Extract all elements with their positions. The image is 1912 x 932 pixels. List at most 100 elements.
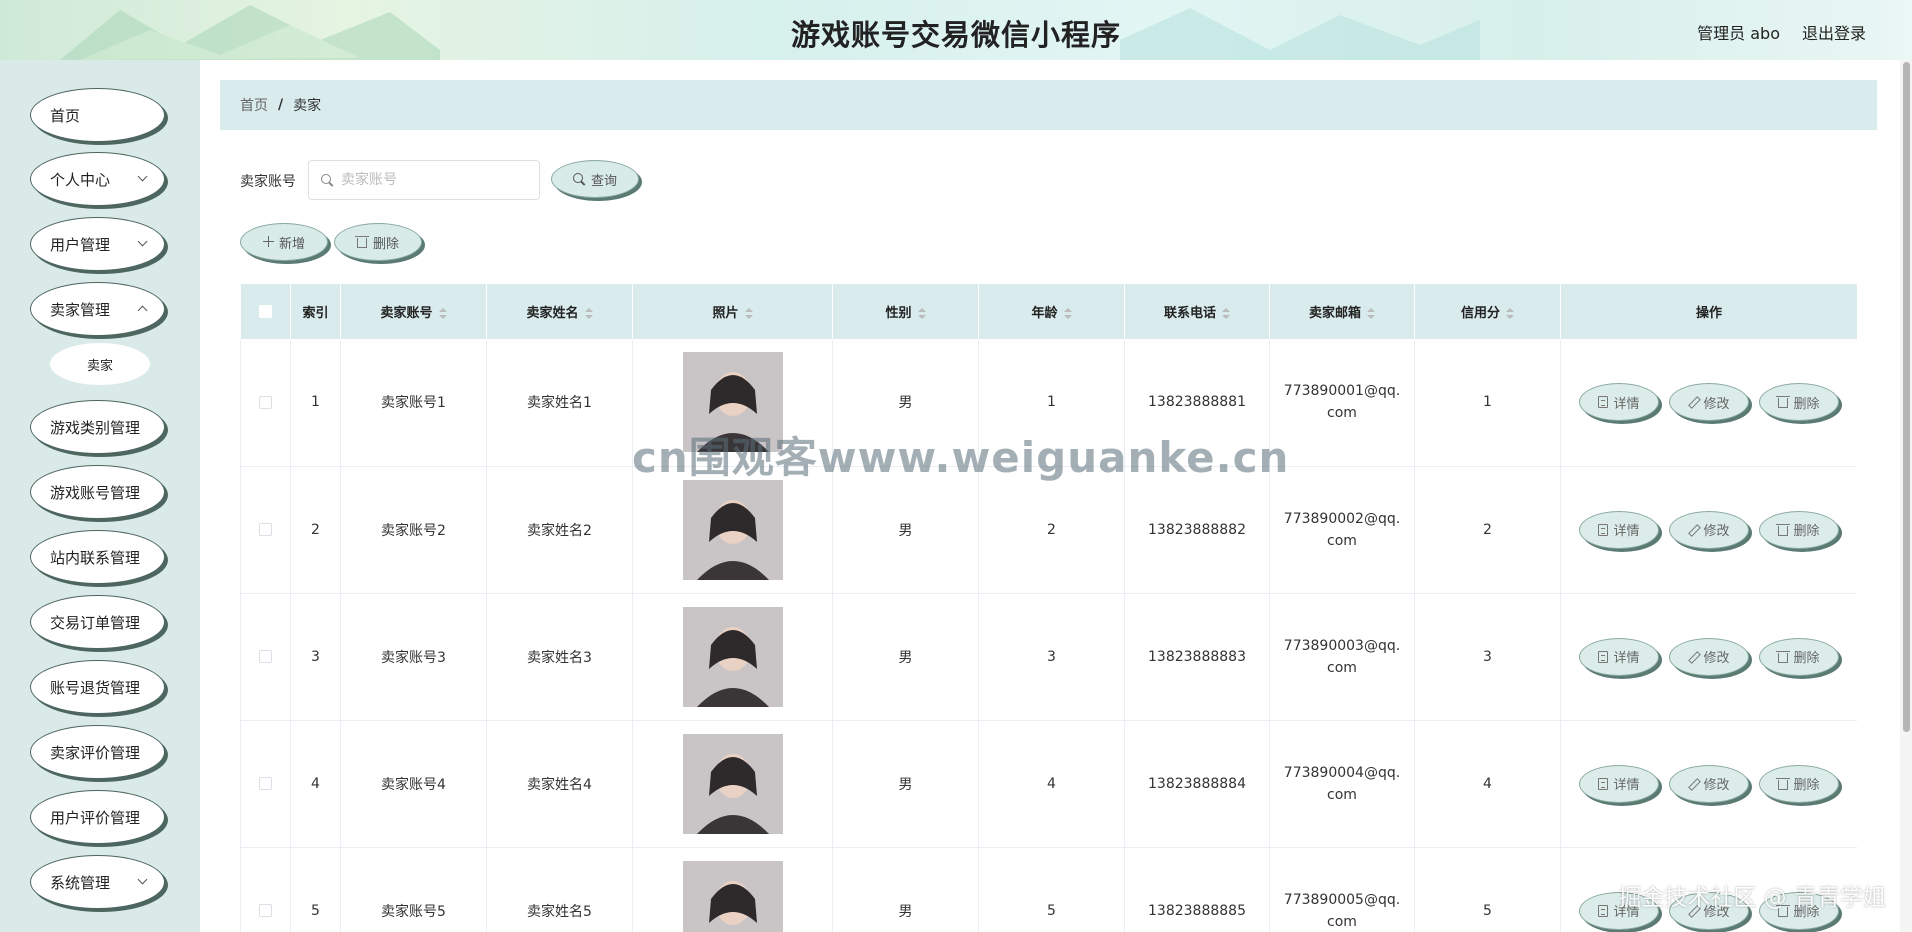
account-cell: 卖家账号5 (340, 847, 487, 932)
gender-cell: 男 (832, 593, 979, 721)
row-delete-button[interactable]: 删除 (1759, 764, 1839, 803)
sidebar-item-home[interactable]: 首页 (30, 88, 165, 142)
email-text: 773890003@qq.com (1283, 637, 1401, 676)
select-cell (240, 593, 291, 721)
row-checkbox[interactable] (259, 777, 272, 790)
index-cell: 1 (290, 339, 341, 467)
sidebar-item-sellers[interactable]: 卖家管理 (30, 282, 165, 336)
table-row: 2 卖家账号2 卖家姓名2 男 2 13823888882 773890002@… (240, 466, 1857, 594)
delete-button[interactable]: 删除 (334, 223, 422, 261)
column-header-phone[interactable]: 联系电话 (1124, 284, 1270, 339)
table-header-row: 索引 卖家账号 卖家姓名 照片 性别 年龄 联系电话 卖家邮箱 信用分 操作 (240, 284, 1857, 339)
pencil-icon (1688, 651, 1698, 663)
edit-button[interactable]: 修改 (1669, 764, 1749, 803)
search-label: 卖家账号 (240, 174, 296, 190)
column-header-name[interactable]: 卖家姓名 (486, 284, 633, 339)
sidebar-item-users[interactable]: 用户管理 (30, 217, 165, 271)
age-cell: 5 (978, 847, 1125, 932)
breadcrumb-current: 卖家 (293, 98, 322, 114)
sidebar-item-returns[interactable]: 账号退货管理 (30, 660, 165, 714)
sort-icon[interactable] (1367, 307, 1375, 320)
email-text: 773890004@qq.com (1283, 764, 1401, 803)
row-checkbox[interactable] (259, 904, 272, 917)
search-icon (572, 173, 585, 185)
email-text: 773890001@qq.com (1283, 383, 1401, 422)
sort-icon[interactable] (584, 307, 593, 320)
row-checkbox[interactable] (259, 523, 272, 536)
sidebar-item-orders[interactable]: 交易订单管理 (30, 595, 165, 649)
sidebar-subitem-seller[interactable]: 卖家 (50, 343, 150, 385)
row-checkbox[interactable] (259, 395, 272, 409)
select-cell (240, 339, 291, 467)
document-icon (1598, 904, 1609, 917)
column-header-account[interactable]: 卖家账号 (340, 284, 487, 339)
detail-button[interactable]: 详情 (1579, 637, 1659, 676)
photo-cell (632, 593, 833, 721)
sort-icon[interactable] (744, 307, 753, 320)
logout-link[interactable]: 退出登录 (1802, 20, 1866, 44)
edit-button[interactable]: 修改 (1669, 637, 1749, 676)
age-cell: 3 (978, 593, 1125, 721)
index-cell: 3 (290, 593, 341, 721)
row-delete-button[interactable]: 删除 (1759, 510, 1839, 549)
chevron-down-icon (137, 236, 148, 247)
add-button[interactable]: 新增 (240, 223, 328, 261)
detail-button[interactable]: 详情 (1579, 510, 1659, 549)
name-cell: 卖家姓名4 (486, 720, 633, 848)
detail-button[interactable]: 详情 (1579, 383, 1659, 422)
trash-icon (354, 236, 369, 248)
query-button[interactable]: 查询 (551, 160, 639, 198)
chevron-down-icon (137, 874, 148, 885)
index-cell: 2 (290, 466, 341, 594)
index-cell: 5 (290, 847, 341, 932)
edit-button[interactable]: 修改 (1669, 383, 1749, 422)
email-cell: 773890004@qq.com (1269, 720, 1415, 848)
column-header-email[interactable]: 卖家邮箱 (1269, 284, 1415, 339)
sort-icon[interactable] (1222, 307, 1230, 320)
credit-cell: 3 (1414, 593, 1561, 721)
sidebar-item-system[interactable]: 系统管理 (30, 855, 165, 909)
trash-icon (1776, 777, 1791, 790)
credit-cell: 4 (1414, 720, 1561, 848)
column-header-gender[interactable]: 性别 (832, 284, 979, 339)
row-actions: 详情 修改 删除 (1561, 637, 1857, 676)
column-header-credit[interactable]: 信用分 (1414, 284, 1561, 339)
sidebar-item-game-categories[interactable]: 游戏类别管理 (30, 400, 165, 454)
gender-cell: 男 (832, 466, 979, 594)
sort-icon[interactable] (917, 307, 926, 320)
sort-icon[interactable] (1506, 307, 1514, 320)
name-cell: 卖家姓名5 (486, 847, 633, 932)
corner-watermark: 掘金技术社区 @ 青青学姐 (1618, 885, 1886, 911)
scrollbar-thumb[interactable] (1903, 62, 1910, 732)
column-header-photo[interactable]: 照片 (632, 284, 833, 339)
phone-cell: 13823888883 (1124, 593, 1270, 721)
sidebar-item-profile[interactable]: 个人中心 (30, 152, 165, 206)
credit-cell: 2 (1414, 466, 1561, 594)
search-field[interactable] (308, 160, 540, 200)
row-checkbox[interactable] (259, 650, 272, 663)
account-cell: 卖家账号1 (340, 339, 487, 467)
credit-cell: 5 (1414, 847, 1561, 932)
document-icon (1598, 396, 1609, 409)
sidebar-item-seller-reviews[interactable]: 卖家评价管理 (30, 725, 165, 779)
edit-button[interactable]: 修改 (1669, 510, 1749, 549)
trash-icon (1776, 523, 1791, 536)
breadcrumb-home[interactable]: 首页 (240, 95, 268, 115)
detail-button[interactable]: 详情 (1579, 764, 1659, 803)
seller-photo (682, 479, 783, 580)
search-input[interactable] (341, 172, 521, 188)
row-delete-button[interactable]: 删除 (1759, 637, 1839, 676)
account-cell: 卖家账号3 (340, 593, 487, 721)
sidebar-item-user-reviews[interactable]: 用户评价管理 (30, 790, 165, 844)
breadcrumb: 首页 / 卖家 (220, 80, 1877, 130)
plus-icon (262, 236, 274, 248)
sidebar-item-game-accounts[interactable]: 游戏账号管理 (30, 465, 165, 519)
row-delete-button[interactable]: 删除 (1759, 383, 1839, 422)
sidebar-item-contacts[interactable]: 站内联系管理 (30, 530, 165, 584)
gender-cell: 男 (832, 720, 979, 848)
sort-icon[interactable] (1063, 307, 1072, 320)
table-row: 3 卖家账号3 卖家姓名3 男 3 13823888883 773890003@… (240, 593, 1857, 721)
sort-icon[interactable] (438, 307, 447, 320)
column-header-age[interactable]: 年龄 (978, 284, 1125, 339)
select-all-checkbox[interactable] (258, 305, 272, 318)
